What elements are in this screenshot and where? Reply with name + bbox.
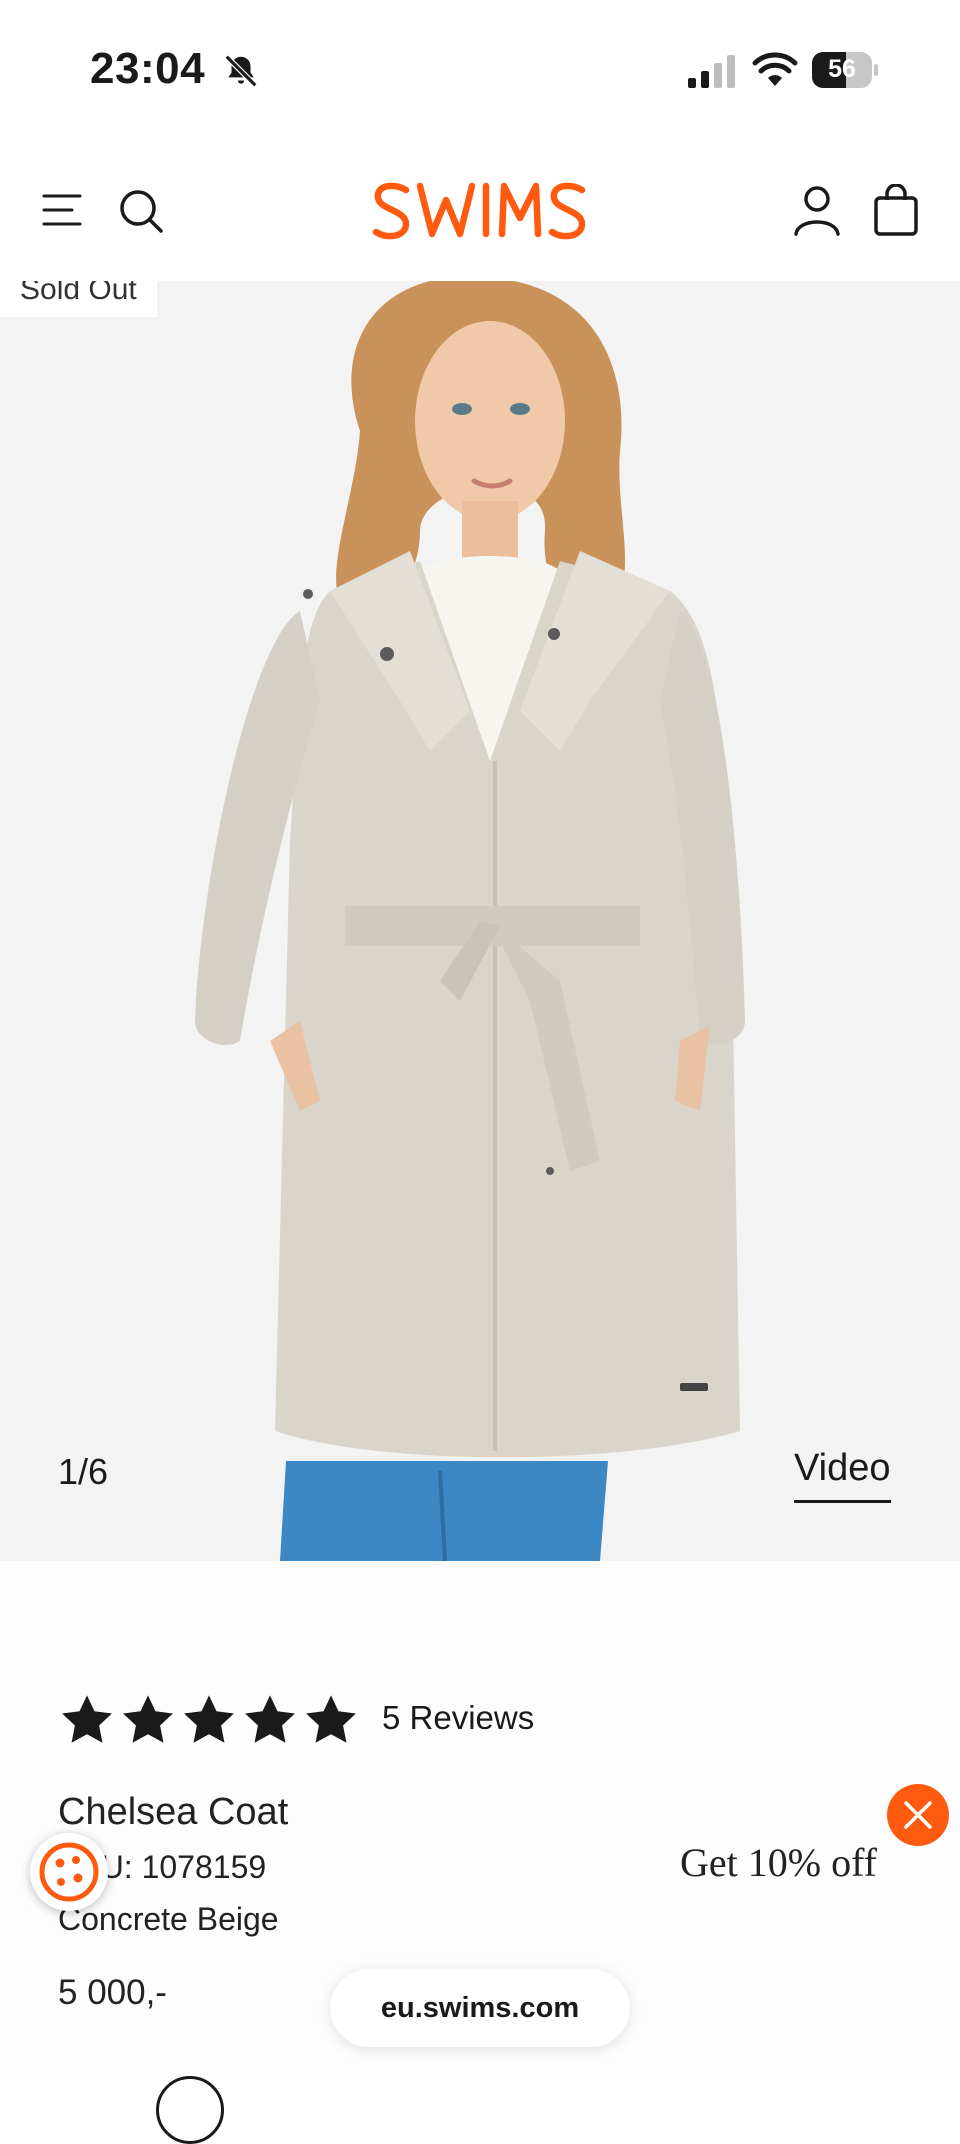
rating-stars[interactable]: [58, 1691, 360, 1751]
search-icon[interactable]: [118, 188, 164, 234]
account-icon[interactable]: [792, 184, 842, 236]
bell-slash-icon: [224, 54, 258, 88]
signal-icon: [688, 55, 735, 88]
status-bar: 23:04 56: [0, 0, 960, 140]
menu-icon[interactable]: [42, 192, 82, 228]
brand-logo[interactable]: [372, 178, 588, 244]
wifi-icon: [752, 52, 798, 86]
product-title: Chelsea Coat: [58, 1791, 289, 1833]
star-icon: [245, 1695, 295, 1743]
video-link[interactable]: Video: [794, 1447, 891, 1503]
product-info: 5 Reviews Chelsea Coat SKU: 1078159 Conc…: [0, 1561, 960, 2144]
browser-url-bar[interactable]: eu.swims.com: [330, 1969, 630, 2047]
battery-icon: 56: [812, 52, 878, 88]
battery-level: 56: [828, 55, 856, 83]
product-gallery[interactable]: Sold Out 1/6 Video: [0, 281, 960, 1561]
gallery-counter: 1/6: [58, 1451, 109, 1492]
product-price: 5 000,-: [58, 1973, 167, 2012]
cookie-settings-button[interactable]: [30, 1833, 108, 1911]
star-icon: [306, 1695, 356, 1743]
promo-text[interactable]: Get 10% off: [680, 1839, 877, 1886]
status-time: 23:04: [90, 44, 206, 93]
close-icon[interactable]: [887, 1784, 949, 1846]
star-icon: [123, 1695, 173, 1743]
site-header: [0, 140, 960, 281]
reviews-link[interactable]: 5 Reviews: [382, 1699, 534, 1737]
star-icon: [62, 1695, 112, 1743]
product-image[interactable]: [0, 281, 960, 1561]
product-color: Concrete Beige: [58, 1901, 279, 1937]
size-option-circle[interactable]: [156, 2076, 224, 2144]
bag-icon[interactable]: [872, 184, 920, 236]
star-icon: [184, 1695, 234, 1743]
sold-out-badge: Sold Out: [0, 281, 157, 317]
